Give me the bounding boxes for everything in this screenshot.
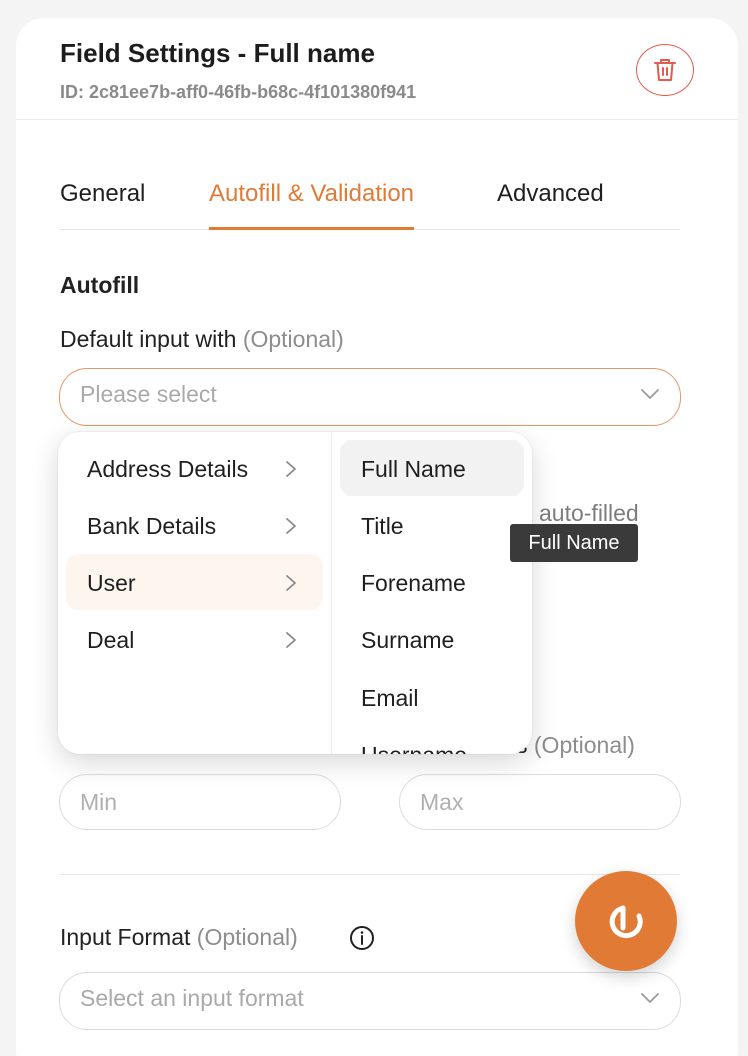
option-label: Email <box>361 685 419 711</box>
min-length-input[interactable] <box>59 774 341 830</box>
option-label: Full Name <box>361 456 466 482</box>
default-input-placeholder: Please select <box>80 381 217 407</box>
help-chat-button[interactable] <box>575 871 677 971</box>
max-length-input[interactable] <box>399 774 681 830</box>
max-length-label: s (Optional) <box>516 732 635 759</box>
tooltip: Full Name <box>510 524 638 562</box>
chevron-right-icon <box>286 632 296 648</box>
page-title: Field Settings - Full name <box>60 38 375 68</box>
category-address-details[interactable]: Address Details <box>66 440 323 496</box>
default-input-label: Default input with (Optional) <box>60 326 344 353</box>
option-label: Title <box>361 513 404 539</box>
field-id: ID: 2c81ee7b-aff0-46fb-b68c-4f101380f941 <box>60 82 417 102</box>
category-bank-details[interactable]: Bank Details <box>66 497 323 553</box>
max-length-optional: (Optional) <box>533 732 635 758</box>
input-format-placeholder: Select an input format <box>80 985 304 1011</box>
tab-bar: General Autofill & Validation Advanced <box>60 168 680 230</box>
tab-general[interactable]: General <box>60 180 145 230</box>
autofill-section-label: Autofill <box>60 272 140 298</box>
option-label: Surname <box>361 627 455 653</box>
chat-logo-icon <box>609 905 643 939</box>
option-forename[interactable]: Forename <box>340 554 524 610</box>
default-input-label-text: Default input with <box>60 326 237 352</box>
chevron-right-icon <box>286 518 296 534</box>
default-input-select[interactable]: Please select <box>59 368 681 426</box>
delete-button[interactable] <box>636 44 694 96</box>
panel-header: Field Settings - Full name ID: 2c81ee7b-… <box>16 18 738 120</box>
option-full-name[interactable]: Full Name <box>340 440 524 496</box>
trash-icon <box>654 59 676 81</box>
chevron-down-icon <box>641 993 659 1003</box>
input-format-label: Input Format (Optional) <box>60 924 298 951</box>
input-format-optional: (Optional) <box>196 924 298 950</box>
chevron-right-icon <box>286 461 296 477</box>
category-user[interactable]: User <box>66 554 323 610</box>
category-label: Bank Details <box>87 513 217 539</box>
option-email[interactable]: Email <box>340 669 524 725</box>
chevron-right-icon <box>286 575 296 591</box>
dropdown-column-divider <box>331 432 332 754</box>
tab-advanced[interactable]: Advanced <box>497 180 604 230</box>
category-deal[interactable]: Deal <box>66 611 323 667</box>
option-title[interactable]: Title <box>340 497 524 553</box>
default-input-optional: (Optional) <box>242 326 344 352</box>
input-format-select[interactable]: Select an input format <box>59 972 681 1030</box>
input-format-label-text: Input Format <box>60 924 191 950</box>
option-surname[interactable]: Surname <box>340 611 524 667</box>
option-label: Username <box>361 742 467 754</box>
chevron-down-icon <box>641 389 659 399</box>
option-label: Forename <box>361 570 466 596</box>
section-divider <box>60 874 680 875</box>
autofill-hint-text: auto-filled <box>539 500 639 526</box>
autofill-dropdown-menu: Address Details Bank Details User Deal F… <box>58 432 532 754</box>
category-label: Address Details <box>87 456 249 482</box>
info-icon[interactable] <box>348 924 376 952</box>
category-label: User <box>87 570 136 596</box>
tab-autofill-validation[interactable]: Autofill & Validation <box>209 180 415 230</box>
category-label: Deal <box>87 627 135 653</box>
option-username[interactable]: Username <box>340 726 524 754</box>
